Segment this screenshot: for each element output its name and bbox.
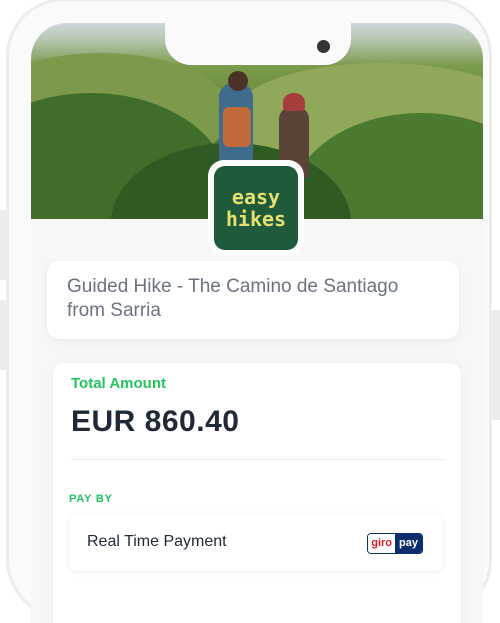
phone-screen: easy hikes Guided Hike - The Camino de S… bbox=[31, 23, 483, 623]
giropay-logo-icon: giro pay bbox=[367, 533, 423, 554]
payment-method-label: Real Time Payment bbox=[87, 533, 227, 550]
camera-dot bbox=[317, 40, 330, 53]
pay-by-label: PAY BY bbox=[69, 493, 113, 505]
total-amount-label: Total Amount bbox=[71, 375, 166, 392]
total-amount-value: EUR 860.40 bbox=[71, 405, 240, 438]
logo-text-line1: easy bbox=[231, 185, 281, 209]
payment-card: Total Amount EUR 860.40 PAY BY Real Time… bbox=[53, 363, 461, 623]
tour-title-card: Guided Hike - The Camino de Santiago fro… bbox=[47, 261, 459, 339]
giropay-logo-pay: pay bbox=[395, 534, 422, 553]
side-button-right bbox=[492, 310, 500, 420]
tour-title: Guided Hike - The Camino de Santiago fro… bbox=[67, 276, 399, 321]
giropay-logo-giro: giro bbox=[368, 534, 396, 553]
divider bbox=[71, 459, 443, 460]
phone-notch bbox=[165, 23, 351, 65]
easy-hikes-logo: easy hikes bbox=[208, 160, 304, 256]
payment-method-option[interactable]: Real Time Payment giro pay bbox=[69, 515, 443, 571]
logo-text-line2: hikes bbox=[225, 207, 287, 231]
phone-frame: easy hikes Guided Hike - The Camino de S… bbox=[6, 0, 492, 623]
